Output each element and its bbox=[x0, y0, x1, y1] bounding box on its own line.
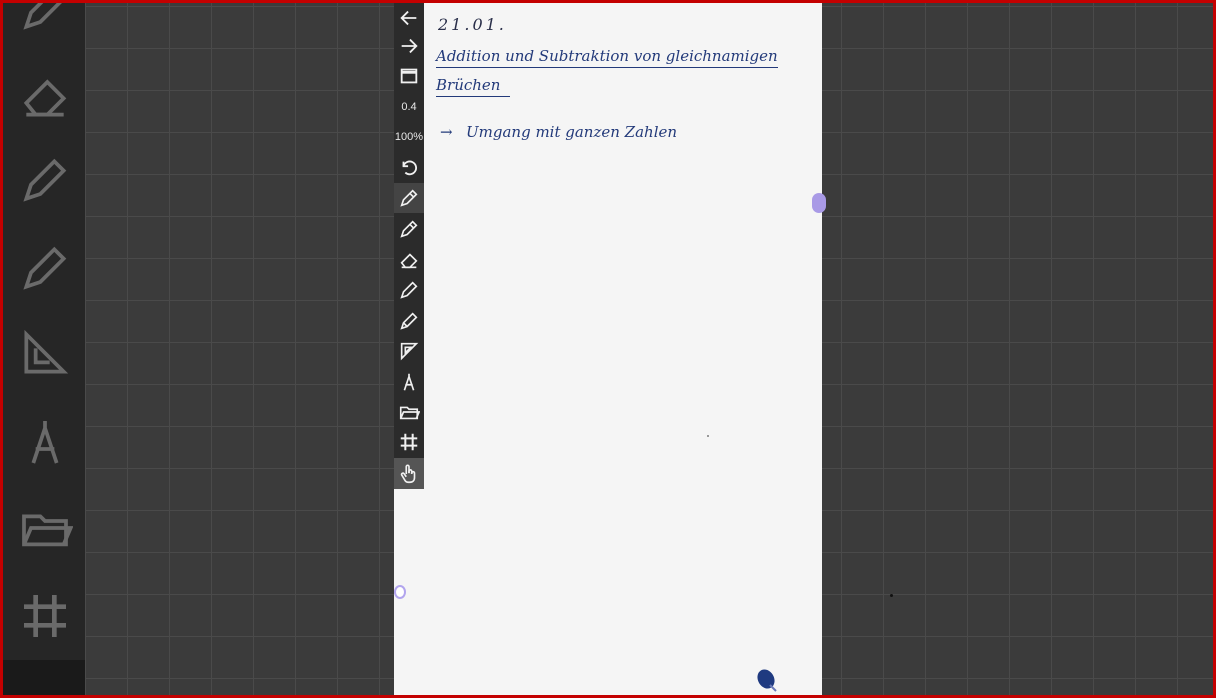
bg-compass-icon bbox=[17, 414, 73, 470]
back-button[interactable] bbox=[394, 3, 424, 33]
compass-button[interactable] bbox=[394, 367, 424, 397]
bg-selected-tool bbox=[3, 660, 85, 698]
pencil-button[interactable] bbox=[394, 214, 424, 244]
folder-button[interactable] bbox=[394, 397, 424, 427]
highlighter-button[interactable] bbox=[394, 306, 424, 336]
notebook-page[interactable]: 0.4 100% 21.01. Addition und Subtraktion… bbox=[394, 3, 826, 695]
zoom-value[interactable]: 100% bbox=[394, 122, 424, 152]
bg-grid-icon bbox=[17, 588, 73, 644]
pen-button[interactable] bbox=[394, 275, 424, 305]
note-title-line2: Brüchen bbox=[436, 76, 510, 97]
set-square-button[interactable] bbox=[394, 336, 424, 366]
window-button[interactable] bbox=[394, 61, 424, 91]
hand-tool-button[interactable] bbox=[394, 458, 424, 489]
bg-folder-icon bbox=[17, 500, 74, 556]
grid-button[interactable] bbox=[394, 427, 424, 457]
note-title-line1: Addition und Subtraktion von gleichnamig… bbox=[436, 47, 778, 68]
bg-pencil-icon bbox=[17, 0, 73, 36]
note-bullet-text: Umgang mit ganzen Zahlen bbox=[466, 123, 678, 141]
undo-button[interactable] bbox=[394, 153, 424, 183]
ink-speck bbox=[707, 435, 709, 437]
arrow-marker: → bbox=[440, 123, 453, 141]
bg-eraser-icon bbox=[17, 68, 73, 124]
page-scroll-handle[interactable] bbox=[812, 193, 826, 213]
note-date: 21.01. bbox=[438, 15, 507, 34]
bg-pen-icon bbox=[17, 152, 73, 208]
tool-sidebar: 0.4 100% bbox=[394, 3, 424, 489]
fountain-pen-button[interactable] bbox=[394, 183, 424, 213]
forward-button[interactable] bbox=[394, 31, 424, 61]
eraser-button[interactable] bbox=[394, 245, 424, 275]
stroke-width-value[interactable]: 0.4 bbox=[394, 92, 424, 122]
pen-cursor-icon bbox=[756, 667, 778, 693]
selection-handle[interactable] bbox=[394, 585, 406, 599]
bg-highlighter-icon bbox=[17, 240, 73, 296]
bg-set-square-icon bbox=[17, 325, 73, 381]
background-toolbar bbox=[3, 0, 85, 698]
bg-speck bbox=[890, 594, 893, 597]
